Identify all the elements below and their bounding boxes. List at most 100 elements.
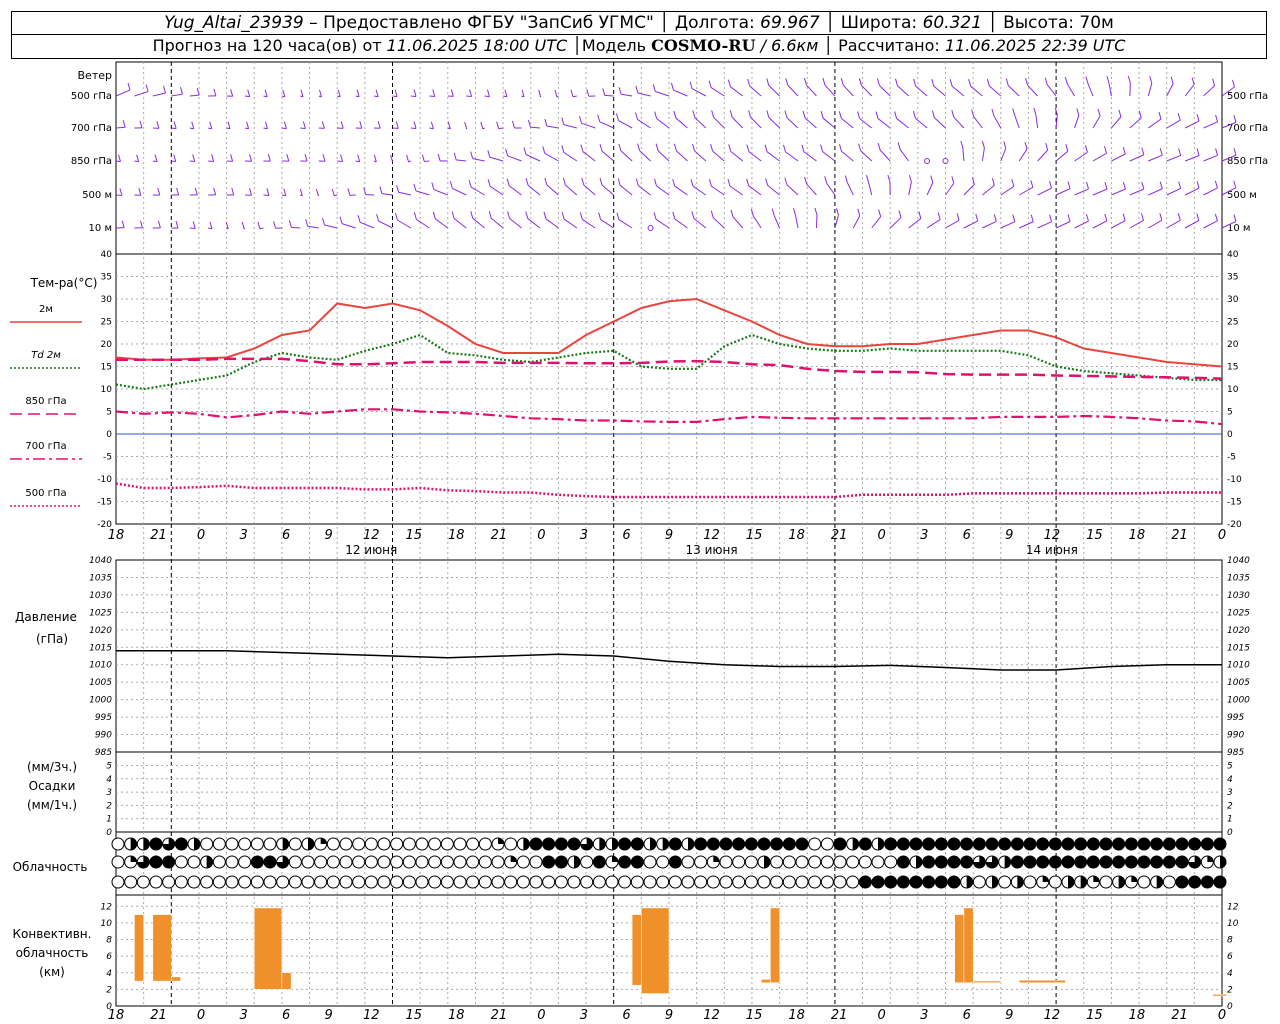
wind-barb-flag — [783, 144, 786, 153]
hour-label-bottom: 3 — [580, 1008, 588, 1023]
cloud-cover-circle — [1099, 875, 1113, 889]
cloud-cover-circle — [1099, 855, 1113, 869]
hour-label: 0 — [878, 528, 886, 543]
hour-label: 9 — [1005, 528, 1013, 543]
wind-barb-shaft — [1074, 220, 1089, 229]
cloud-cover-circle — [1150, 855, 1164, 869]
cloud-cover-circle — [263, 875, 277, 889]
convective-bar — [972, 980, 1002, 983]
wind-barb-flag — [432, 211, 436, 219]
wind-barb-shaft — [1148, 219, 1163, 229]
cloud-cover-circle — [1188, 875, 1202, 889]
cloud-cover-circle — [1162, 837, 1176, 851]
convective-bar — [770, 907, 780, 983]
wind-barb-shaft — [582, 151, 596, 162]
cloud-cover-circle — [288, 875, 302, 889]
wind-barb-flag — [470, 211, 474, 219]
wind-barb-shaft — [527, 184, 541, 196]
wind-barb-flag — [820, 144, 824, 152]
wind-barb-shaft — [1066, 83, 1075, 97]
cloud-cover-quarter — [713, 856, 720, 862]
wind-barb-shaft — [860, 150, 873, 162]
pressure-tick-right: 985 — [1227, 748, 1244, 758]
cloud-cover-circle — [846, 875, 860, 889]
wind-barb-shaft — [134, 91, 149, 97]
wind-barb-flag — [838, 111, 842, 119]
cloud-cover-circle — [732, 855, 746, 869]
wind-barb-shaft — [1037, 149, 1049, 162]
wind-barb-flag — [898, 210, 902, 218]
wind-barb-shaft — [1166, 154, 1181, 162]
wind-barb-flag — [138, 188, 142, 196]
wind-barb-shaft — [655, 91, 670, 97]
wind-barb-flag — [618, 87, 622, 95]
wind-barb-flag — [635, 178, 639, 186]
cloud-cover-half — [143, 838, 150, 850]
wind-barb-shaft — [1074, 188, 1089, 196]
cloud-cover-circle — [618, 837, 632, 851]
temp-tick-left: 15 — [101, 363, 112, 373]
pressure-tick-right: 1025 — [1227, 608, 1250, 618]
hour-label: 9 — [325, 528, 333, 543]
cloud-cover-circle — [263, 837, 277, 851]
wind-barb-shaft — [392, 95, 398, 98]
cloud-cover-circle — [504, 837, 518, 851]
temp-tick-left: 25 — [101, 318, 112, 328]
cloud-cover-quarter — [1207, 856, 1214, 862]
cloud-cover-half — [916, 856, 922, 868]
cloud-cover-circle — [744, 837, 758, 851]
wind-barb-flag — [1104, 213, 1108, 222]
wind-barb-shaft — [729, 185, 744, 196]
wind-barb-flag — [139, 120, 143, 129]
cloud-cover-circle — [744, 875, 758, 889]
wind-barb-flag — [1215, 114, 1219, 122]
cloud-cover-circle — [656, 875, 670, 889]
wind-barb-shaft — [915, 117, 928, 129]
wind-barb-shaft — [1074, 115, 1080, 129]
cloud-cover-circle — [1162, 875, 1176, 889]
cloud-cover-quarter — [612, 856, 618, 862]
cloud-cover-circle — [428, 875, 442, 889]
cloud-cover-circle — [1086, 837, 1100, 851]
cloud-cover-half — [852, 838, 859, 850]
cloud-cover-circle — [225, 855, 239, 869]
wind-barb-flag — [824, 176, 828, 184]
cloud-cover-circle — [795, 855, 809, 869]
wind-barb-shaft — [748, 185, 762, 196]
cloud-cover-circle — [1061, 855, 1075, 869]
wind-barb-flag — [956, 213, 960, 221]
hour-label-bottom: 12 — [363, 1008, 380, 1023]
cloud-cover-circle — [782, 855, 796, 869]
wind-barb-shaft — [152, 92, 166, 97]
cloud-cover-circle — [1162, 855, 1176, 869]
wind-barb-shaft — [908, 218, 922, 229]
wind-barb-flag — [176, 187, 180, 196]
cloud-cover-circle — [706, 875, 720, 889]
wind-barb-flag — [1024, 142, 1028, 150]
wind-barb-flag — [488, 211, 492, 219]
cloud-cover-circle — [212, 875, 226, 889]
cloud-cover-circle — [415, 837, 429, 851]
cloud-cover-circle — [947, 837, 961, 851]
hour-label: 21 — [150, 528, 167, 543]
wind-barb-flag — [156, 121, 160, 129]
wind-barb-flag — [406, 154, 410, 163]
wind-barb-shaft — [359, 221, 375, 229]
wind-barb-flag — [331, 188, 335, 196]
wind-barb-flag — [322, 217, 325, 226]
wind-barb-flag — [322, 154, 326, 162]
cloud-cover-circle — [694, 875, 708, 889]
conv-tick-right: 12 — [1227, 902, 1239, 912]
cloud-cover-circle — [478, 837, 492, 851]
temp-tick-right: -5 — [1227, 453, 1236, 463]
cloud-cover-circle — [200, 837, 214, 851]
wind-barb-flag — [652, 84, 656, 92]
wind-barb-shaft — [1129, 219, 1144, 229]
wind-level-label: 850 гПа — [71, 156, 112, 167]
wind-barb-shaft — [563, 124, 577, 129]
cloud-cover-circle — [820, 875, 834, 889]
temp-tick-right: 5 — [1227, 408, 1233, 418]
precip-tick-right: 4 — [1227, 775, 1233, 785]
wind-barb-shaft — [1000, 148, 1007, 162]
cloud-cover-half — [282, 838, 289, 850]
